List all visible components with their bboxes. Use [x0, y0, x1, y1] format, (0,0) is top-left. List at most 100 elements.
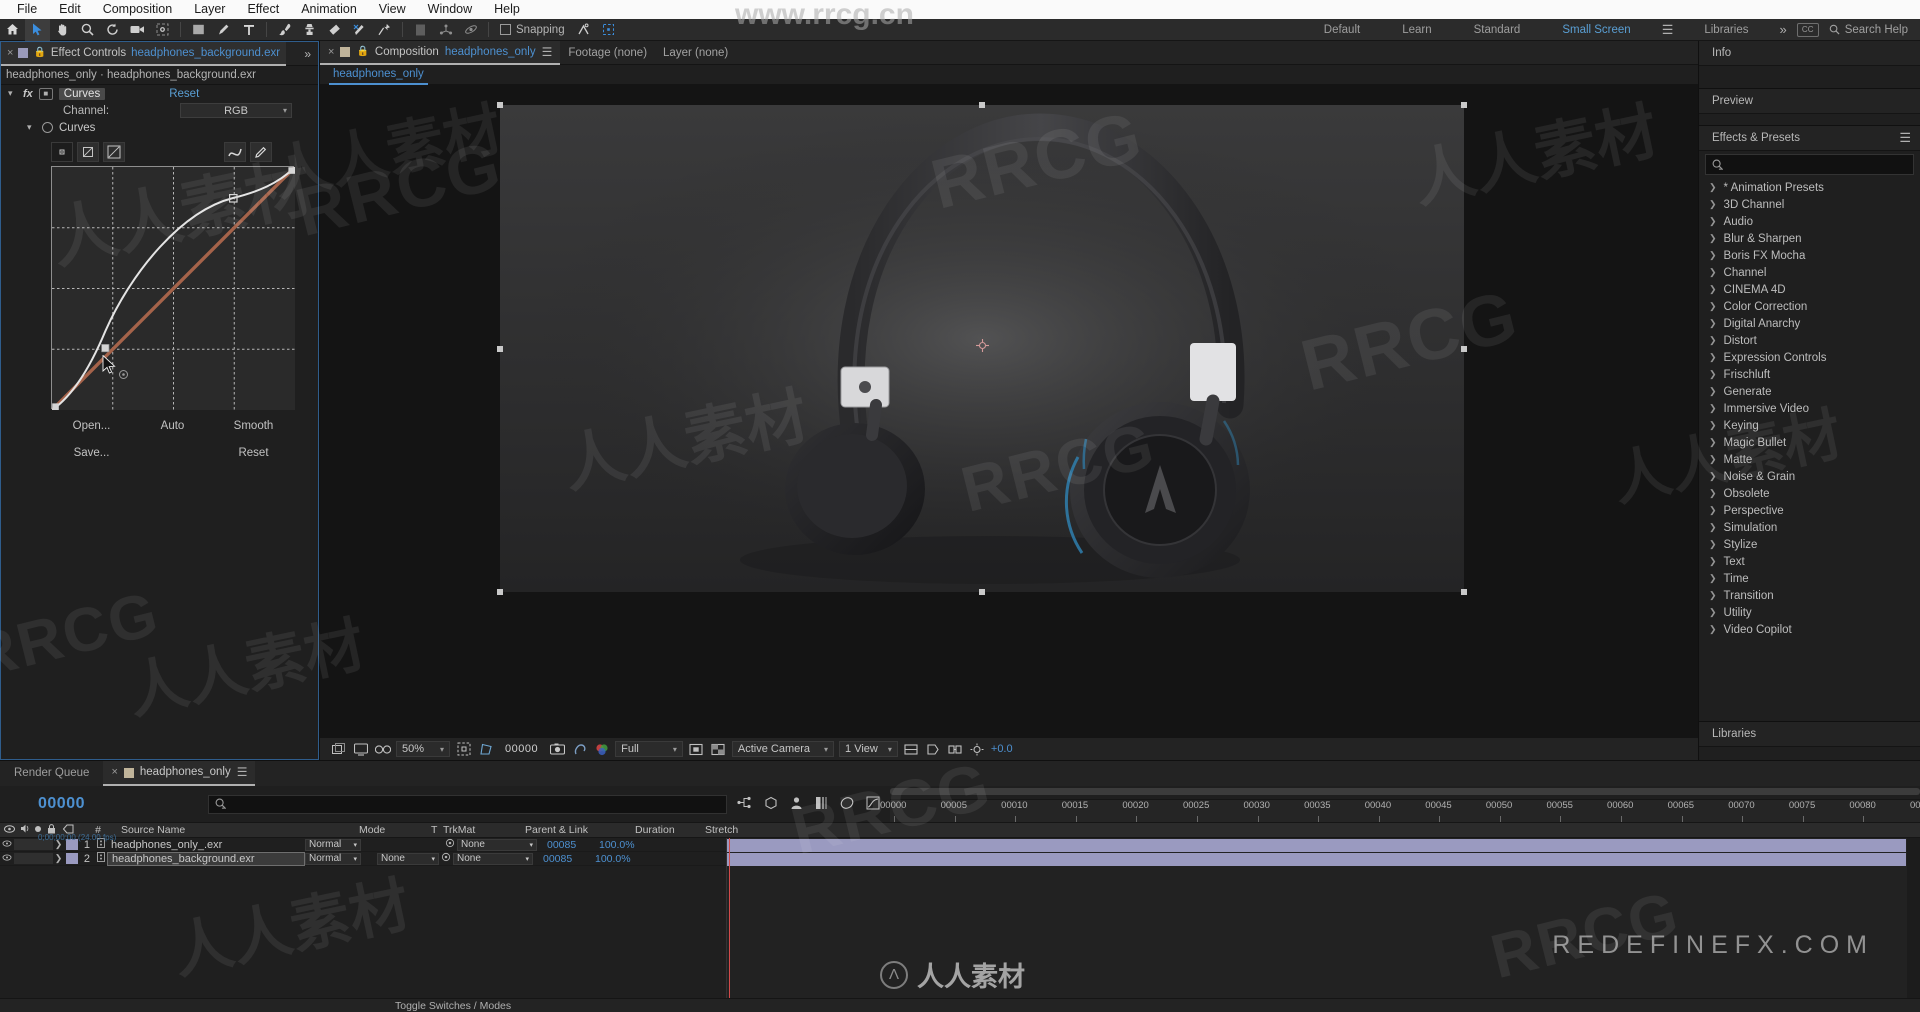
menu-item-composition[interactable]: Composition: [92, 0, 183, 19]
resolution-dropdown[interactable]: Full ▾: [615, 741, 683, 757]
selection-handle-tr[interactable]: [1461, 102, 1467, 108]
timeline-panel-menu-icon[interactable]: ☰: [237, 760, 248, 785]
col-audio-icon[interactable]: [16, 824, 30, 836]
graph-editor-icon[interactable]: [866, 796, 880, 813]
selection-handle-tl[interactable]: [497, 102, 503, 108]
curve-auto-button[interactable]: Auto: [132, 416, 213, 436]
effects-list-item[interactable]: ❯ Keying: [1699, 417, 1920, 434]
tab-composition[interactable]: × 🔒 Composition headphones_only ☰: [320, 40, 561, 65]
layer-audio-toggle[interactable]: [14, 853, 27, 864]
layer-visibility-icon[interactable]: [0, 839, 14, 850]
col-trkmat[interactable]: TrkMat: [439, 824, 521, 836]
menu-item-window[interactable]: Window: [417, 0, 483, 19]
menu-item-view[interactable]: View: [368, 0, 417, 19]
effects-list-item[interactable]: ❯ * Animation Presets: [1699, 179, 1920, 196]
selection-handle-tc[interactable]: [979, 102, 985, 108]
transparency-grid-icon[interactable]: [710, 741, 727, 758]
curve-open-button[interactable]: Open...: [51, 416, 132, 436]
subtab-headphones-only[interactable]: headphones_only: [329, 65, 428, 85]
effects-list-item[interactable]: ❯ Stylize: [1699, 536, 1920, 553]
col-eye-icon[interactable]: [0, 824, 16, 836]
shape-tool-icon[interactable]: [186, 19, 211, 41]
effects-list-item[interactable]: ❯ Distort: [1699, 332, 1920, 349]
curve-point-tool-icon[interactable]: [51, 142, 73, 162]
zoom-tool-icon[interactable]: [75, 19, 100, 41]
grid-guides-icon[interactable]: [455, 741, 472, 758]
menu-item-edit[interactable]: Edit: [48, 0, 92, 19]
effects-list-item[interactable]: ❯ Immersive Video: [1699, 400, 1920, 417]
effects-presets-header[interactable]: Effects & Presets ☰: [1699, 126, 1920, 151]
effect-enable-icon[interactable]: ■: [38, 87, 53, 100]
effects-list-item[interactable]: ❯ Expression Controls: [1699, 349, 1920, 366]
camera-dropdown[interactable]: Active Camera ▾: [731, 741, 835, 757]
timeline-search-field[interactable]: [208, 794, 727, 814]
effects-list-item[interactable]: ❯ Color Correction: [1699, 298, 1920, 315]
hide-shy-layers-icon[interactable]: [790, 796, 803, 813]
curve-reset-button[interactable]: Reset: [213, 443, 294, 463]
info-panel-header[interactable]: Info: [1699, 41, 1920, 66]
tab-render-queue[interactable]: Render Queue: [0, 761, 103, 786]
col-source-name[interactable]: Source Name: [117, 824, 355, 836]
layer-lock-toggle[interactable]: [40, 853, 53, 864]
channel-rgb-icon[interactable]: [593, 741, 610, 758]
mask-path-icon[interactable]: [477, 741, 494, 758]
pen-tool-icon[interactable]: [211, 19, 236, 41]
effects-list-item[interactable]: ❯ Digital Anarchy: [1699, 315, 1920, 332]
orbit-icon[interactable]: [458, 19, 483, 41]
effects-list-item[interactable]: ❯ Frischluft: [1699, 366, 1920, 383]
motion-blur-icon[interactable]: [840, 796, 854, 813]
layer-trkmat-dropdown[interactable]: None ▾: [377, 852, 439, 865]
effect-name-label[interactable]: Curves: [58, 87, 106, 100]
libraries-panel-header[interactable]: Libraries: [1699, 722, 1920, 747]
tab-footage[interactable]: Footage (none): [560, 41, 655, 65]
tab-layer[interactable]: Layer (none): [655, 41, 736, 65]
menu-item-help[interactable]: Help: [483, 0, 531, 19]
toggle-switches-modes-button[interactable]: Toggle Switches / Modes: [0, 1000, 511, 1012]
col-t[interactable]: T: [427, 824, 439, 836]
col-duration[interactable]: Duration: [631, 824, 701, 836]
effects-list-item[interactable]: ❯ Channel: [1699, 264, 1920, 281]
effects-list-item[interactable]: ❯ Obsolete: [1699, 485, 1920, 502]
layer-parent-dropdown[interactable]: None ▾: [457, 838, 537, 851]
curve-line-tool-icon[interactable]: [103, 142, 125, 162]
composition-close-icon[interactable]: ×: [328, 46, 334, 58]
curve-pencil-tool-icon[interactable]: [77, 142, 99, 162]
layer-solo-toggle[interactable]: [27, 853, 40, 864]
always-preview-icon[interactable]: [352, 741, 369, 758]
table-row[interactable]: ❯ 2 headphones_background.exr Normal ▾ No…: [0, 851, 726, 866]
composition-mini-flowchart-icon[interactable]: [737, 796, 752, 812]
show-snapshot-icon[interactable]: [571, 741, 588, 758]
menu-item-effect[interactable]: Effect: [236, 0, 290, 19]
layer-mode-dropdown[interactable]: Normal ▾: [305, 838, 361, 851]
col-parent[interactable]: Parent & Link: [521, 824, 631, 836]
selection-handle-br[interactable]: [1461, 589, 1467, 595]
menu-item-animation[interactable]: Animation: [290, 0, 368, 19]
parent-pickwhip-icon[interactable]: [443, 838, 457, 851]
timeline-close-icon[interactable]: ×: [111, 760, 117, 785]
track-bar-layer-1[interactable]: [727, 839, 1906, 852]
effects-list-item[interactable]: ❯ Utility: [1699, 604, 1920, 621]
curve-save-button[interactable]: Save...: [51, 443, 132, 463]
puppet-pin-tool-icon[interactable]: [372, 19, 397, 41]
layer-duration[interactable]: 00085: [537, 839, 599, 851]
workspace-small-screen[interactable]: Small Screen: [1541, 19, 1651, 41]
clone-stamp-tool-icon[interactable]: [297, 19, 322, 41]
curve-shape-icon[interactable]: [224, 142, 246, 162]
effects-list-item[interactable]: ❯ Boris FX Mocha: [1699, 247, 1920, 264]
effects-list-item[interactable]: ❯ Noise & Grain: [1699, 468, 1920, 485]
3d-axis-icon[interactable]: [433, 19, 458, 41]
close-icon[interactable]: ×: [7, 47, 13, 59]
draft-3d-icon[interactable]: [764, 796, 778, 813]
layer-parent-dropdown[interactable]: None ▾: [453, 852, 533, 865]
layer-stretch[interactable]: 100.0%: [599, 839, 659, 851]
hand-tool-icon[interactable]: [50, 19, 75, 41]
snap-vertex-icon[interactable]: [571, 19, 596, 41]
effects-panel-menu-icon[interactable]: ☰: [1899, 130, 1920, 146]
exposure-value[interactable]: +0.0: [991, 743, 1013, 755]
layer-source-name[interactable]: headphones_background.exr: [107, 851, 305, 866]
tab-effect-controls[interactable]: × 🔒 Effect Controls headphones_backgroun…: [1, 41, 287, 66]
effect-reset-link[interactable]: Reset: [169, 88, 199, 100]
effects-list-item[interactable]: ❯ Simulation: [1699, 519, 1920, 536]
effects-list-item[interactable]: ❯ Perspective: [1699, 502, 1920, 519]
layer-mode-dropdown[interactable]: Normal ▾: [305, 852, 361, 865]
